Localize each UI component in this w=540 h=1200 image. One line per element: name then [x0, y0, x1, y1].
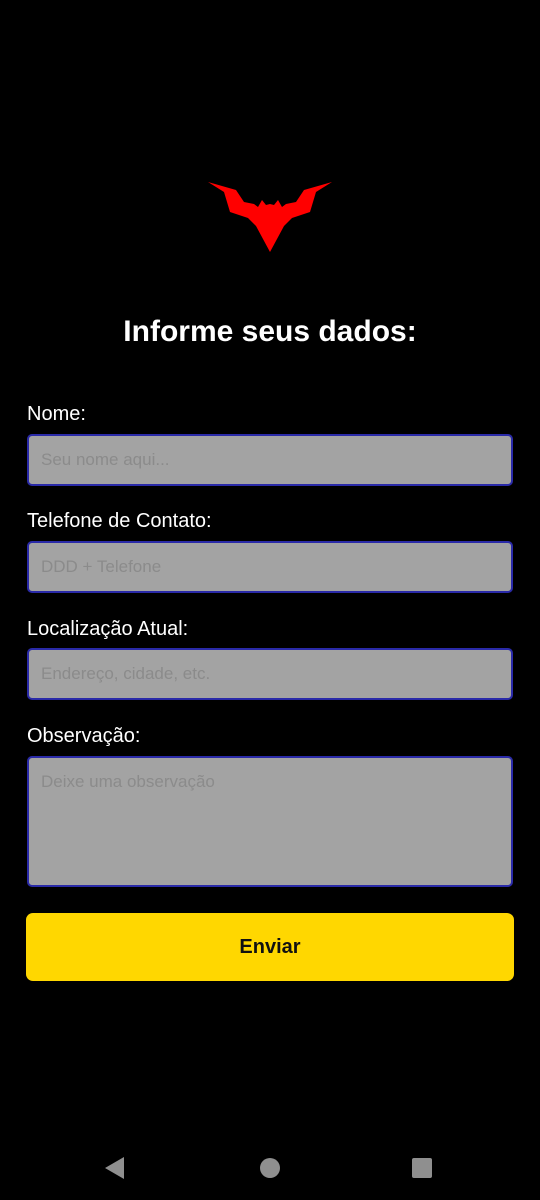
location-input[interactable] — [27, 648, 513, 700]
phone-label: Telefone de Contato: — [27, 510, 212, 532]
system-nav-bar — [0, 1140, 540, 1200]
observation-textarea[interactable] — [27, 756, 513, 887]
location-label: Localização Atual: — [27, 618, 189, 640]
page-title: Informe seus dados: — [123, 315, 417, 348]
recent-apps-button[interactable] — [392, 1140, 452, 1196]
home-button[interactable] — [240, 1140, 300, 1196]
observation-label: Observação: — [27, 725, 141, 747]
bat-logo-icon — [208, 182, 332, 252]
phone-input[interactable] — [27, 541, 513, 593]
submit-button[interactable]: Enviar — [26, 913, 514, 981]
back-button[interactable] — [84, 1140, 144, 1196]
name-input[interactable] — [27, 434, 513, 486]
back-triangle-icon — [104, 1157, 124, 1179]
recent-apps-square-icon — [412, 1158, 432, 1178]
name-label: Nome: — [27, 403, 86, 425]
home-circle-icon — [260, 1158, 280, 1178]
